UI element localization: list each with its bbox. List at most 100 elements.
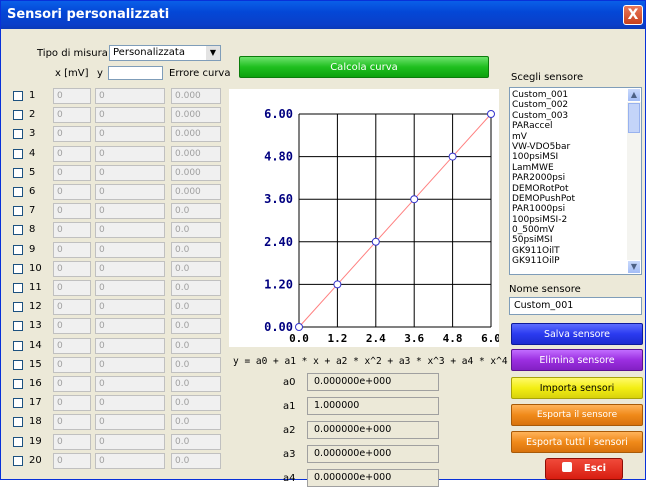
y-input[interactable]: [108, 66, 163, 80]
calculate-curve-button[interactable]: Calcola curva: [239, 56, 489, 78]
row-checkbox[interactable]: [13, 283, 23, 293]
x-value-field[interactable]: 0: [53, 452, 91, 469]
x-value-field[interactable]: 0: [53, 280, 91, 296]
y-value-field[interactable]: 0: [95, 88, 165, 104]
x-value-field[interactable]: 0: [53, 356, 91, 373]
sensor-list-item[interactable]: DEMORotPot: [512, 184, 624, 194]
y-value-field[interactable]: 0: [95, 356, 165, 373]
sensor-list-item[interactable]: PARaccel: [512, 121, 624, 131]
sensor-list-item[interactable]: PAR2000psi: [512, 173, 624, 183]
scroll-up-icon[interactable]: ▲: [627, 88, 641, 102]
y-column-header: y: [97, 68, 103, 79]
y-value-field[interactable]: 0: [95, 337, 165, 354]
sensor-name-input[interactable]: Custom_001: [509, 297, 642, 315]
y-value-field[interactable]: 0: [95, 414, 165, 431]
row-checkbox[interactable]: [13, 263, 23, 274]
row-checkbox[interactable]: [13, 129, 23, 140]
x-value-field[interactable]: 0: [53, 260, 91, 277]
exit-button[interactable]: Esci: [545, 458, 623, 480]
x-value-field[interactable]: 0: [53, 203, 91, 220]
x-value-field[interactable]: 0: [53, 222, 91, 239]
x-value-field[interactable]: 0: [53, 88, 91, 104]
sensor-list-item[interactable]: 100psiMSI: [512, 152, 624, 162]
x-value-field[interactable]: 0: [53, 184, 91, 200]
sensor-list-item[interactable]: mV: [512, 132, 624, 142]
y-value-field[interactable]: 0: [95, 318, 165, 335]
sensor-list-item[interactable]: Custom_003: [512, 111, 624, 121]
measure-type-select[interactable]: Personalizzata ▼: [109, 45, 221, 61]
sensor-list-item[interactable]: GK911OilP: [512, 256, 624, 266]
x-value-field[interactable]: 0: [53, 395, 91, 412]
save-sensor-button[interactable]: Salva sensore: [511, 323, 643, 345]
y-value-field[interactable]: 0: [95, 299, 165, 316]
import-sensors-button[interactable]: Importa sensori: [511, 377, 643, 399]
y-value-field[interactable]: 0: [95, 376, 165, 392]
x-value-field[interactable]: 0: [53, 414, 91, 431]
export-all-button[interactable]: Esporta tutti i sensori: [511, 431, 643, 453]
x-value-field[interactable]: 0: [53, 107, 91, 124]
row-checkbox[interactable]: [13, 417, 23, 428]
x-value-field[interactable]: 0: [53, 376, 91, 392]
row-checkbox[interactable]: [13, 225, 23, 236]
y-value-field[interactable]: 0: [95, 260, 165, 277]
x-value-field[interactable]: 0: [53, 337, 91, 354]
close-button[interactable]: X: [623, 5, 643, 25]
row-checkbox[interactable]: [13, 359, 23, 370]
row-checkbox[interactable]: [13, 206, 23, 217]
x-tick-label: 1.2: [327, 332, 347, 345]
y-value-field[interactable]: 0: [95, 280, 165, 296]
y-value-field[interactable]: 0: [95, 145, 165, 162]
sensor-list-item[interactable]: Custom_002: [512, 100, 624, 110]
row-number: 1: [29, 90, 36, 101]
sensor-list-scrollbar[interactable]: ▲ ▼: [627, 88, 641, 274]
row-checkbox[interactable]: [13, 321, 23, 332]
row-checkbox[interactable]: [13, 436, 23, 447]
y-value-field[interactable]: 0: [95, 107, 165, 124]
sensor-list-item[interactable]: LamMWE: [512, 163, 624, 173]
y-value-field[interactable]: 0: [95, 433, 165, 450]
coefficient-value: 0.000000e+000: [307, 421, 439, 439]
row-checkbox[interactable]: [13, 187, 23, 197]
x-value-field[interactable]: 0: [53, 318, 91, 335]
x-value-field[interactable]: 0: [53, 164, 91, 181]
sensor-list-item[interactable]: 100psiMSI-2: [512, 215, 624, 225]
export-selected-button[interactable]: Esporta il sensore selezionato: [511, 404, 643, 441]
sensor-list-item[interactable]: Custom_001: [512, 90, 624, 100]
x-value-field[interactable]: 0: [53, 241, 91, 258]
sensor-list-item[interactable]: 50psiMSI: [512, 235, 624, 245]
sensor-list-item[interactable]: DEMOPushPot: [512, 194, 624, 204]
scroll-down-icon[interactable]: ▼: [627, 260, 641, 274]
delete-sensor-button[interactable]: Elimina sensore: [511, 349, 643, 371]
row-checkbox[interactable]: [13, 148, 23, 159]
y-value-field[interactable]: 0: [95, 222, 165, 239]
row-checkbox[interactable]: [13, 91, 23, 101]
data-point: [295, 323, 303, 331]
y-value-field[interactable]: 0: [95, 126, 165, 143]
row-checkbox[interactable]: [13, 398, 23, 409]
sensor-list-item[interactable]: PAR1000psi: [512, 204, 624, 214]
y-value-field[interactable]: 0: [95, 395, 165, 412]
window-title: Sensori personalizzati: [7, 7, 170, 22]
sensor-list-item[interactable]: 0_500mV: [512, 225, 624, 235]
row-checkbox[interactable]: [13, 340, 23, 351]
y-value-field[interactable]: 0: [95, 203, 165, 220]
chevron-down-icon[interactable]: ▼: [206, 46, 220, 60]
sensor-list-item[interactable]: GK911OilT: [512, 246, 624, 256]
y-value-field[interactable]: 0: [95, 164, 165, 181]
row-checkbox[interactable]: [13, 244, 23, 255]
y-value-field[interactable]: 0: [95, 184, 165, 200]
row-checkbox[interactable]: [13, 167, 23, 178]
scroll-thumb[interactable]: [628, 103, 640, 133]
x-value-field[interactable]: 0: [53, 433, 91, 450]
row-checkbox[interactable]: [13, 110, 23, 121]
y-value-field[interactable]: 0: [95, 452, 165, 469]
sensor-list[interactable]: Custom_001 Custom_002 Custom_003 PARaccel mV…: [509, 87, 642, 275]
y-value-field[interactable]: 0: [95, 241, 165, 258]
row-checkbox[interactable]: [13, 302, 23, 313]
x-value-field[interactable]: 0: [53, 145, 91, 162]
x-value-field[interactable]: 0: [53, 126, 91, 143]
x-value-field[interactable]: 0: [53, 299, 91, 316]
sensor-list-item[interactable]: VW-VDO5bar: [512, 142, 624, 152]
row-checkbox[interactable]: [13, 455, 23, 466]
row-checkbox[interactable]: [13, 379, 23, 389]
